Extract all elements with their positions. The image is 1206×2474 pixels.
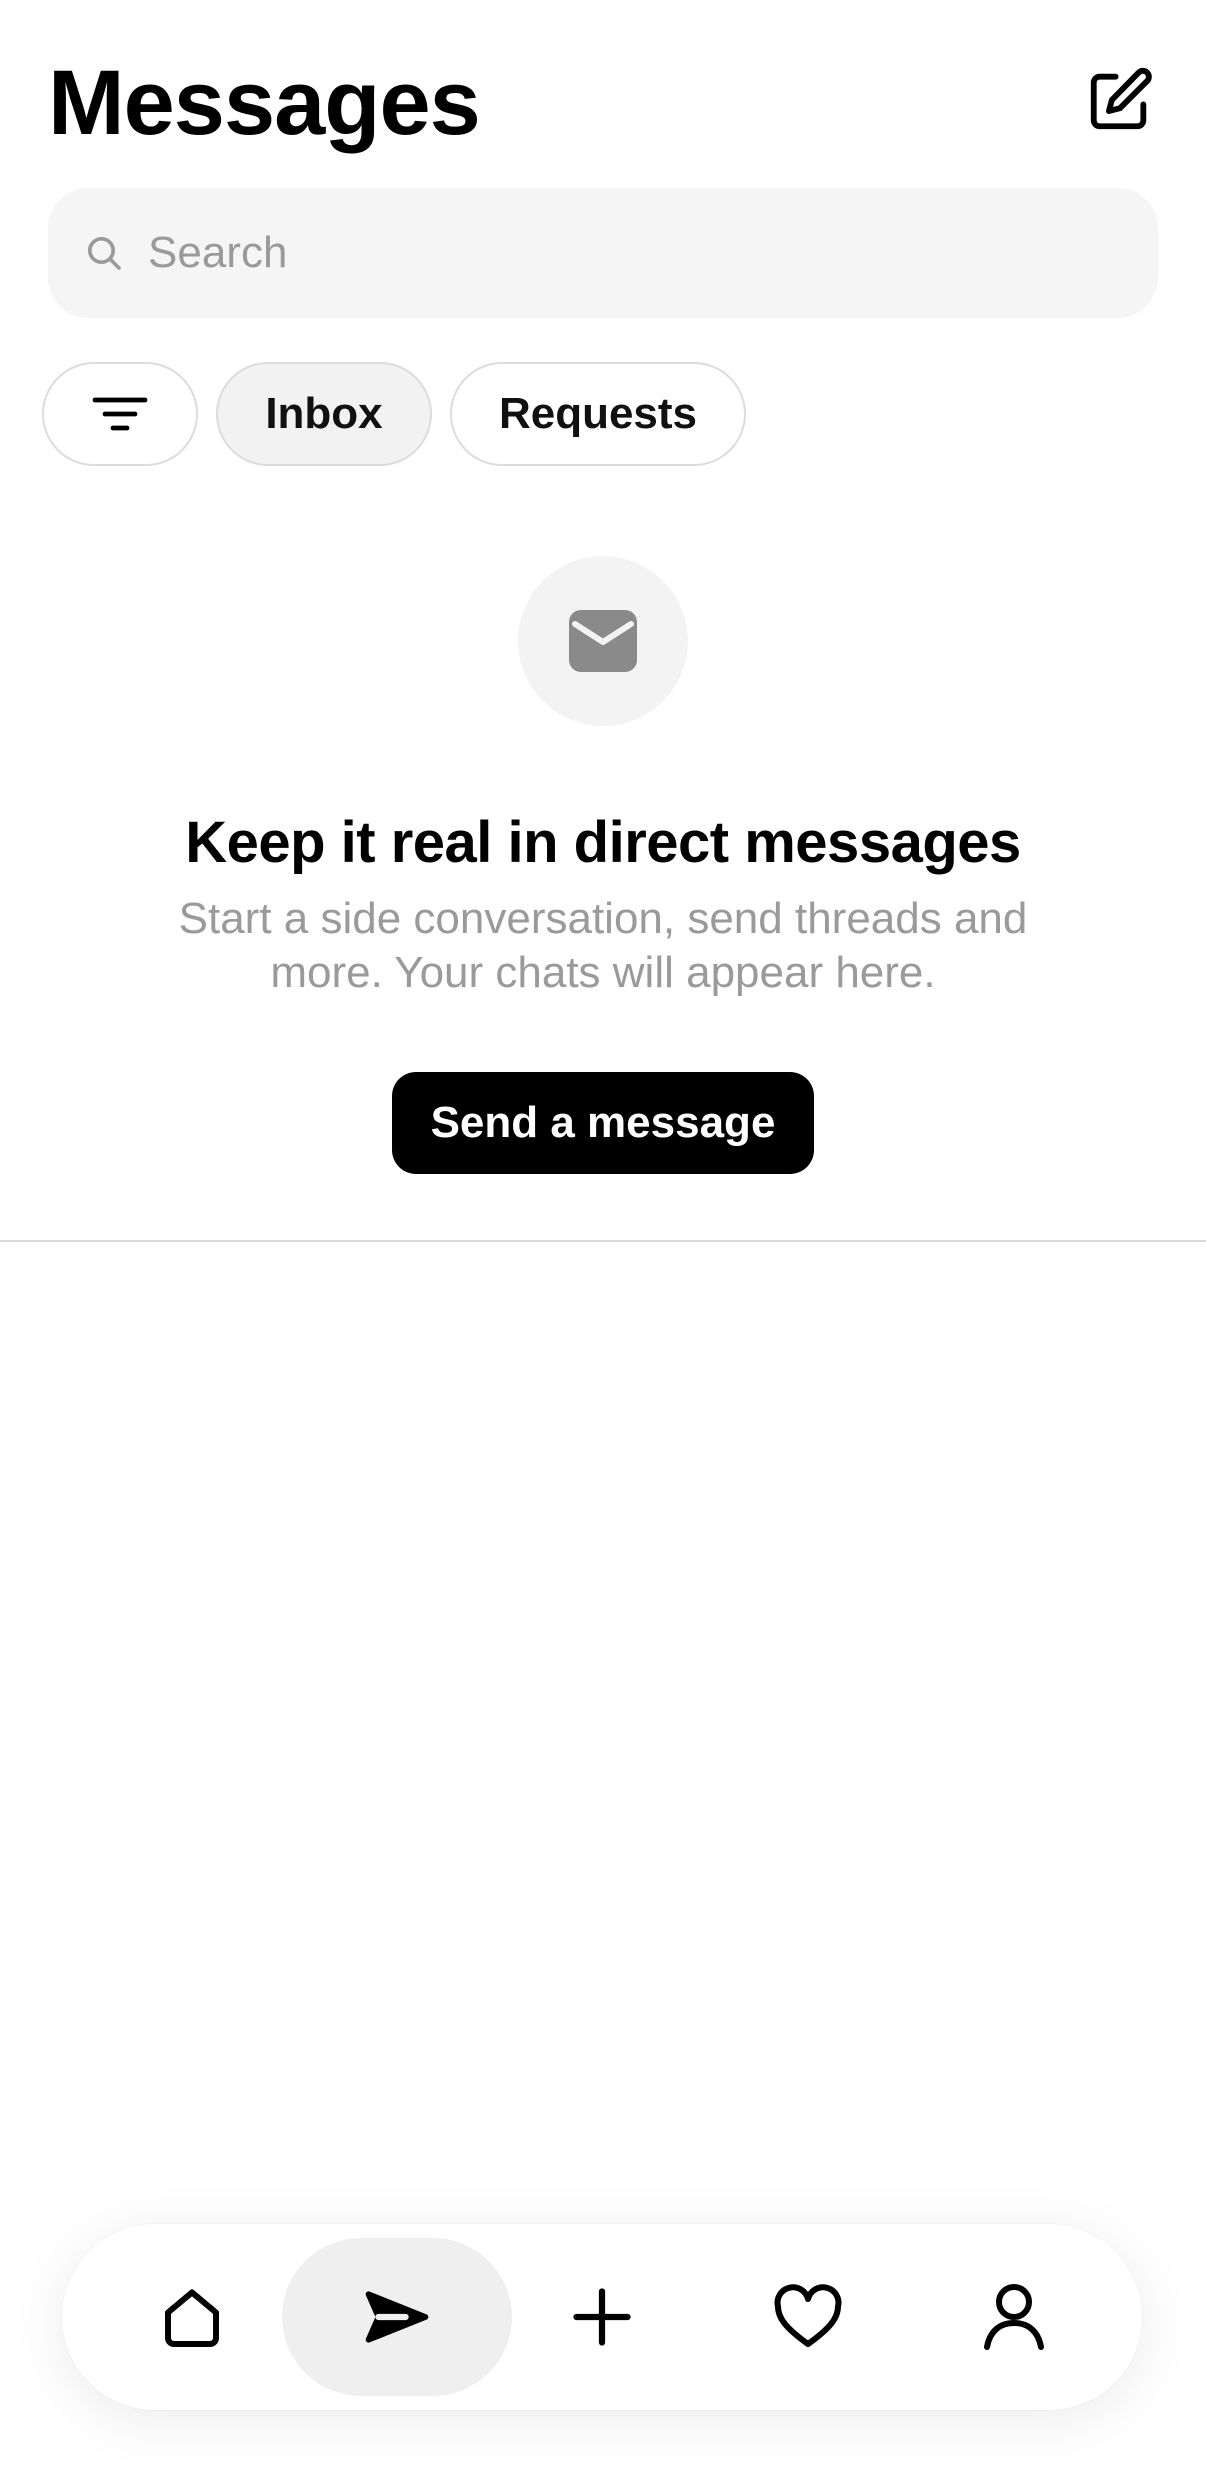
tab-inbox[interactable]: Inbox bbox=[216, 362, 432, 466]
send-message-label: Send a message bbox=[430, 1098, 776, 1147]
empty-state-title: Keep it real in direct messages bbox=[185, 810, 1021, 875]
page-title: Messages bbox=[48, 52, 481, 154]
filter-icon bbox=[92, 397, 148, 431]
nav-activity[interactable] bbox=[738, 2238, 878, 2396]
search-icon bbox=[82, 231, 126, 275]
compose-button[interactable] bbox=[1082, 62, 1158, 138]
heart-icon bbox=[774, 2284, 842, 2347]
tab-inbox-label: Inbox bbox=[265, 389, 383, 438]
profile-icon bbox=[984, 2284, 1044, 2350]
empty-state-subtitle: Start a side conversation, send threads … bbox=[178, 894, 1028, 997]
tab-requests[interactable]: Requests bbox=[450, 362, 746, 466]
compose-icon bbox=[1090, 67, 1152, 130]
send-icon bbox=[365, 2291, 429, 2343]
nav-profile[interactable] bbox=[944, 2238, 1084, 2396]
send-message-button[interactable]: Send a message bbox=[392, 1072, 814, 1174]
nav-create[interactable] bbox=[532, 2238, 672, 2396]
search-input[interactable] bbox=[148, 213, 1108, 293]
filter-button[interactable] bbox=[42, 362, 198, 466]
envelope-icon bbox=[569, 610, 637, 672]
home-icon bbox=[165, 2289, 219, 2347]
divider bbox=[0, 1240, 1206, 1242]
search-bar[interactable] bbox=[48, 188, 1158, 318]
plus-icon bbox=[573, 2288, 631, 2346]
empty-state-icon-circle bbox=[518, 556, 688, 726]
nav-home[interactable] bbox=[122, 2238, 262, 2396]
nav-messages[interactable] bbox=[282, 2238, 512, 2396]
bottom-nav bbox=[62, 2224, 1142, 2410]
messages-screen: Messages Inbox Requests bbox=[0, 0, 1206, 2474]
tab-requests-label: Requests bbox=[498, 389, 698, 438]
